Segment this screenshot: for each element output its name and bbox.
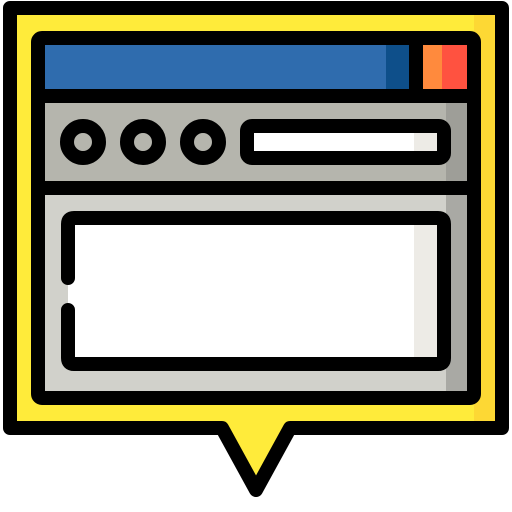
window-title-bar <box>38 38 416 96</box>
icon-canvas <box>0 0 512 512</box>
browser-window-speech-bubble-icon <box>3 1 509 497</box>
control-dot-2-icon <box>120 119 166 165</box>
control-dot-3-icon <box>180 119 226 165</box>
content-panel <box>68 218 444 364</box>
control-dot-1-icon <box>60 119 106 165</box>
